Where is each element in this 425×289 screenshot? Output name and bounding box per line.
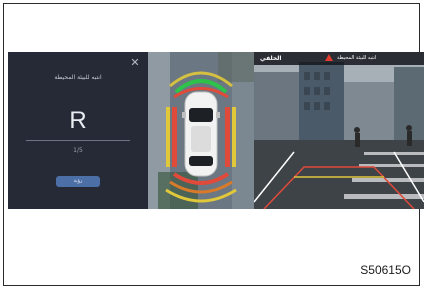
camera-view-label: الخلفي [260,55,282,62]
divider [26,140,130,141]
infotainment-screen: ✕ انتبه للبيئة المحيطة R 1/5 رؤية الخلفي… [8,52,424,209]
page-indicator: 1/5 [73,147,83,154]
gear-indicator: R [69,107,87,134]
top-view-image [148,52,254,209]
surroundings-dialog: ✕ انتبه للبيئة المحيطة R 1/5 رؤية [8,52,148,209]
rear-camera-view[interactable]: الخلفي انتبه للبيئة المحيطة [254,52,424,209]
top-view-camera[interactable] [148,52,254,209]
view-button[interactable]: رؤية [56,176,100,187]
warning-triangle-icon [325,54,333,61]
dialog-title: انتبه للبيئة المحيطة [54,74,102,81]
camera-warning-text: انتبه للبيئة المحيطة [337,55,377,61]
rear-camera-image [254,52,424,209]
close-icon[interactable]: ✕ [129,57,141,69]
figure-code: S50615O [360,263,411,277]
